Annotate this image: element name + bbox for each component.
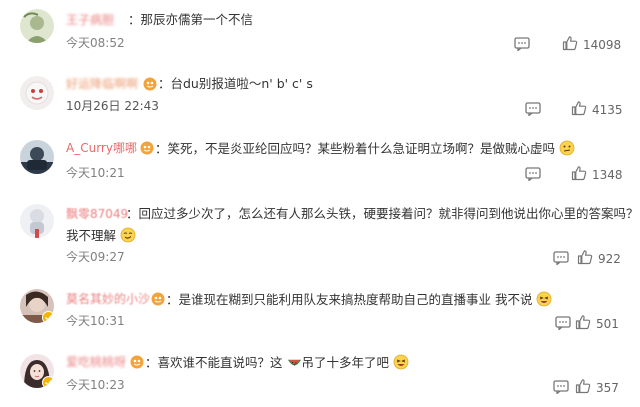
comment-time: 今天10:23 [66, 378, 125, 392]
watermelon-emoji-icon [287, 359, 301, 366]
comment-time: 今天08:52 [66, 36, 125, 50]
comment-item: 爱吃桃桃呀 ：喜欢谁不能直说吗？这 吊了十多年了吧 今天10:23 357 [0, 338, 640, 407]
comment-time: 今天09:27 [66, 250, 125, 264]
comment-text-line2: 我不理解 [66, 227, 136, 244]
like-count: 4135 [592, 103, 623, 117]
like-icon[interactable] [575, 314, 591, 330]
comment-item: A_Curry哪哪 ：笑死，不是炎亚纶回应吗？某些粉着什么急证明立场啊？是做贼心… [0, 124, 640, 188]
comment-text-content: ：喜欢谁不能直说吗？这 [145, 355, 283, 370]
vip-badge-icon [140, 141, 154, 155]
comment-time: 今天10:31 [66, 314, 125, 328]
like-count: 501 [596, 317, 619, 331]
avatar[interactable] [20, 140, 54, 174]
comment-text-content: ：是谁现在糊到只能利用队友来搞热度帮助自己的直播事业 我不说 [166, 292, 533, 307]
avatar-image [20, 9, 54, 43]
comment-text: ：是谁现在糊到只能利用队友来搞热度帮助自己的直播事业 我不说 [166, 291, 552, 308]
comment-text: ：喜欢谁不能直说吗？这 吊了十多年了吧 [145, 354, 409, 371]
laughing-emoji-icon [537, 291, 552, 307]
vip-badge-icon [143, 77, 157, 91]
avatar[interactable] [20, 76, 54, 110]
username[interactable]: 王子病胆 [66, 12, 114, 28]
comment-text-content: 吊了十多年了吧 [301, 355, 390, 370]
like-icon[interactable] [571, 100, 587, 116]
reply-icon[interactable] [525, 102, 541, 116]
comment-text: ：回应过多少次了，怎么还有人那么头铁，硬要接着问？就非得问到他说出你心里的答案吗… [126, 206, 639, 221]
avatar-image [20, 140, 54, 174]
laughing-emoji-icon [393, 354, 409, 370]
comment-time: 10月26日 22:43 [66, 99, 159, 113]
comment-text: ：笑死，不是炎亚纶回应吗？某些粉着什么急证明立场啊？是做贼心虚吗 [155, 140, 575, 157]
comment-text-content: ：笑死，不是炎亚纶回应吗？某些粉着什么急证明立场啊？是做贼心虚吗 [155, 141, 556, 156]
avatar[interactable] [20, 204, 54, 238]
reply-icon[interactable] [553, 380, 569, 394]
comment-text: ：那辰亦儒第一个不信 [128, 12, 254, 27]
comment-item: 飘零87049 ：回应过多少次了，怎么还有人那么头铁，硬要接着问？就非得问到他说… [0, 188, 640, 272]
smirk-emoji-icon [120, 227, 136, 243]
reply-icon[interactable] [553, 251, 569, 265]
like-count: 1348 [592, 168, 623, 182]
like-icon[interactable] [562, 35, 578, 51]
like-icon[interactable] [571, 165, 587, 181]
username[interactable]: A_Curry哪哪 [66, 140, 137, 156]
avatar-image [20, 76, 54, 110]
vip-badge-icon [130, 355, 144, 369]
reply-icon[interactable] [525, 167, 541, 181]
verified-badge-icon [42, 376, 54, 388]
comment-text-content: 我不理解 [66, 228, 117, 243]
like-icon[interactable] [575, 378, 591, 394]
comment-item: 王子病胆 ：那辰亦儒第一个不信 今天08:52 14098 [0, 0, 640, 60]
avatar[interactable] [20, 289, 54, 323]
like-icon[interactable] [577, 249, 593, 265]
reply-icon[interactable] [514, 37, 530, 51]
comment-item: 莫名其妙的小沙 ：是谁现在糊到只能利用队友来搞热度帮助自己的直播事业 我不说 今… [0, 272, 640, 338]
username[interactable]: 爱吃桃桃呀 [66, 354, 126, 370]
like-count: 14098 [583, 38, 622, 52]
comment-text: ：台du别报道啦～n' b' c' s [158, 76, 313, 91]
comment-item: 好运降临啊啊 ：台du别报道啦～n' b' c' s 10月26日 22:43 … [0, 60, 640, 124]
thinking-emoji-icon [559, 140, 575, 156]
comment-time: 今天10:21 [66, 166, 125, 180]
vip-badge-icon [151, 292, 165, 306]
verified-badge-icon [42, 311, 54, 323]
username[interactable]: 莫名其妙的小沙 [66, 291, 150, 307]
reply-icon[interactable] [555, 316, 571, 330]
like-count: 357 [596, 381, 619, 395]
avatar[interactable] [20, 9, 54, 43]
username[interactable]: 飘零87049 [66, 206, 128, 222]
avatar-image [20, 204, 54, 238]
username[interactable]: 好运降临啊啊 [66, 76, 138, 92]
like-count: 922 [598, 252, 621, 266]
avatar[interactable] [20, 354, 54, 388]
